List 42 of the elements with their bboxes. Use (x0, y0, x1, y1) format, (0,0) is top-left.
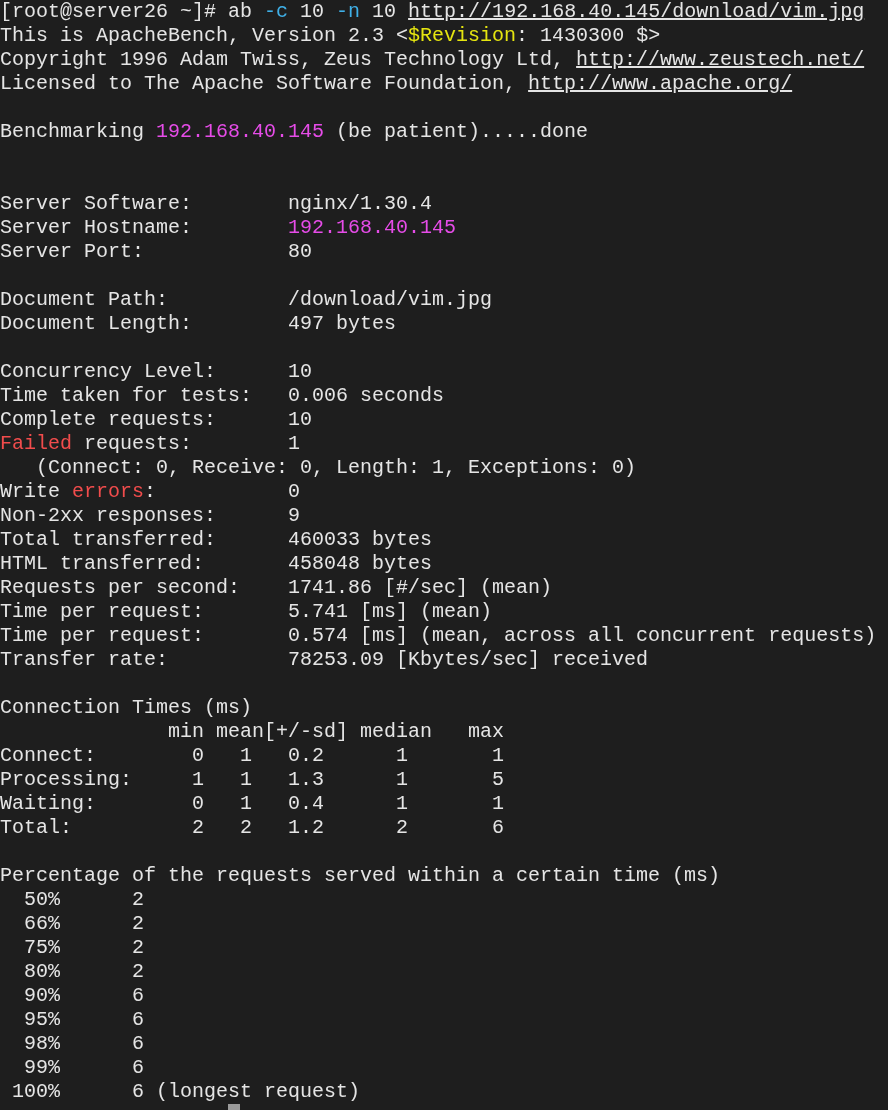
terminal-line: 50% 2 (23, 888, 145, 912)
link[interactable]: http://www.zeustech.net/ (576, 48, 865, 71)
terminal-line: Requests per second: 1741.86 [#/sec] (mean) (0, 576, 553, 600)
terminal-line: Connect: 0 1 0.2 1 1 (0, 744, 505, 768)
terminal-line: Non-2xx responses: 9 (0, 504, 301, 528)
terminal-line: Percentage of the requests served within a certain time (ms) (0, 864, 721, 888)
terminal-line: Write errors: 0 (0, 480, 301, 504)
terminal-line: (Connect: 0, Receive: 0, Length: 1, Exceptions: 0) (35, 456, 637, 480)
terminal-line: 90% 6 (23, 984, 145, 1008)
terminal-line: This is ApacheBench, Version 2.3 <$Revision: 1430300 $> (0, 24, 661, 48)
terminal-line: Time taken for tests: 0.006 seconds (0, 384, 445, 408)
terminal-line: 99% 6 (23, 1056, 145, 1080)
terminal-line: Time per request: 0.574 [ms] (mean, across all concurrent requests) (0, 624, 877, 648)
terminal-line: Copyright 1996 Adam Twiss, Zeus Technology Ltd, http://www.zeustech.net/ (0, 48, 865, 72)
link[interactable]: http://www.apache.org/ (528, 72, 793, 95)
terminal-line: Transfer rate: 78253.09 [Kbytes/sec] received (0, 648, 649, 672)
terminal-line: Document Path: /download/vim.jpg (0, 288, 493, 312)
terminal-line: Time per request: 5.741 [ms] (mean) (0, 600, 493, 624)
terminal-line: 95% 6 (23, 1008, 145, 1032)
terminal-line: Failed requests: 1 (0, 432, 301, 456)
terminal-line: 66% 2 (23, 912, 145, 936)
terminal-line: [root@server26 ~]# ab -c 10 -n 10 http://192.168.40.145/download/vim.jpg (0, 0, 865, 24)
terminal-line: Processing: 1 1 1.3 1 5 (0, 768, 505, 792)
terminal-line: Licensed to The Apache Software Foundation, http://www.apache.org/ (0, 72, 793, 96)
terminal-line: Benchmarking 192.168.40.145 (be patient).....done (0, 120, 589, 144)
terminal-line: HTML transferred: 458048 bytes (0, 552, 433, 576)
terminal-line: 100% 6 (longest request) (11, 1080, 361, 1104)
terminal-line: Concurrency Level: 10 (0, 360, 313, 384)
terminal-line: 75% 2 (23, 936, 145, 960)
terminal-line: Total transferred: 460033 bytes (0, 528, 433, 552)
terminal-line: Connection Times (ms) (0, 696, 253, 720)
terminal-line: Server Software: nginx/1.30.4 (0, 192, 433, 216)
terminal-line: Waiting: 0 1 0.4 1 1 (0, 792, 505, 816)
terminal-line: Complete requests: 10 (0, 408, 313, 432)
terminal-line: Server Port: 80 (0, 240, 313, 264)
terminal-line: min mean[+/-sd] median max (167, 720, 505, 744)
terminal-line: Document Length: 497 bytes (0, 312, 397, 336)
terminal-line: Server Hostname: 192.168.40.145 (0, 216, 457, 240)
terminal-line: 98% 6 (23, 1032, 145, 1056)
terminal-line: 80% 2 (23, 960, 145, 984)
link[interactable]: http://192.168.40.145/download/vim.jpg (408, 0, 865, 23)
terminal-line: Total: 2 2 1.2 2 6 (0, 816, 505, 840)
